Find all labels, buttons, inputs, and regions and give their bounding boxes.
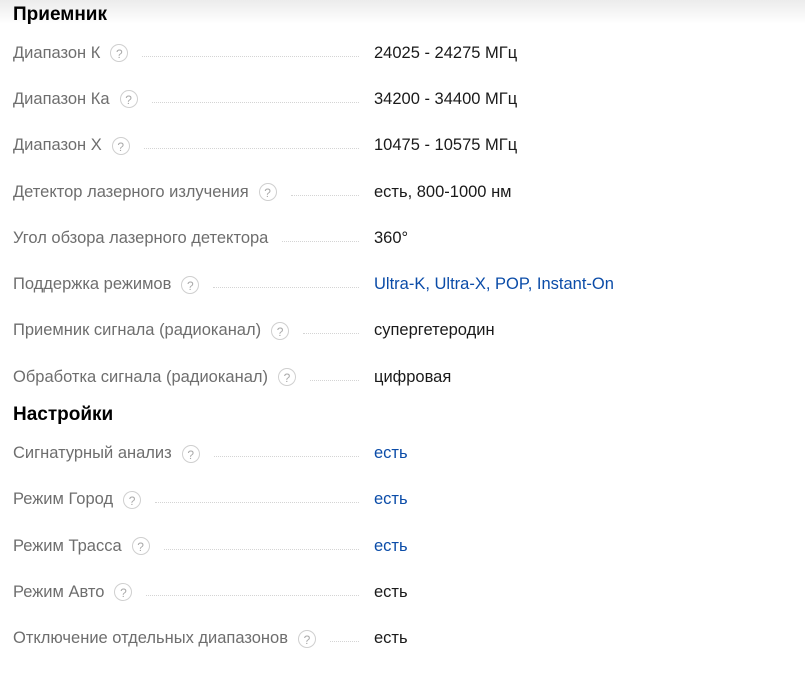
question-circle-icon[interactable]: ? bbox=[131, 537, 150, 556]
spec-row-city-mode: Режим Город? есть bbox=[13, 477, 805, 523]
spec-row-auto-mode: Режим Авто? есть bbox=[13, 569, 805, 615]
dotted-leader bbox=[310, 379, 359, 381]
question-circle-icon[interactable]: ? bbox=[114, 583, 133, 602]
spec-value: супергетеродин bbox=[374, 321, 495, 340]
spec-row-signal-receiver: Приемник сигнала (радиоканал)? супергете… bbox=[13, 308, 805, 354]
spec-row-highway-mode: Режим Трасса? есть bbox=[13, 523, 805, 569]
spec-label: Режим Авто bbox=[13, 582, 105, 601]
dotted-leader bbox=[143, 148, 359, 150]
dotted-leader bbox=[213, 287, 359, 289]
dotted-leader bbox=[303, 333, 359, 335]
spec-row-signature-analysis: Сигнатурный анализ? есть bbox=[13, 430, 805, 476]
spec-row-laser-detector: Детектор лазерного излучения? есть, 800-… bbox=[13, 169, 805, 215]
spec-label: Детектор лазерного излучения bbox=[13, 182, 249, 201]
spec-value: 34200 - 34400 МГц bbox=[374, 89, 518, 108]
question-circle-icon[interactable]: ? bbox=[111, 136, 130, 155]
dotted-leader bbox=[213, 456, 359, 458]
spec-label: Поддержка режимов bbox=[13, 275, 172, 294]
spec-row-modes: Поддержка режимов? Ultra-K, Ultra-X, POP… bbox=[13, 261, 805, 307]
spec-value: 360° bbox=[374, 228, 409, 247]
spec-label: Диапазон Х bbox=[13, 136, 102, 155]
spec-label: Обработка сигнала (радиоканал) bbox=[13, 367, 269, 386]
spec-row-band-disable: Отключение отдельных диапазонов? есть bbox=[13, 616, 805, 662]
dotted-leader bbox=[151, 101, 359, 103]
spec-label: Режим Город bbox=[13, 490, 114, 509]
dotted-leader bbox=[155, 502, 359, 504]
dotted-leader bbox=[146, 594, 359, 596]
spec-value: есть bbox=[374, 629, 408, 648]
dotted-leader bbox=[329, 641, 359, 643]
section-title-receiver: Приемник bbox=[13, 4, 107, 25]
spec-value-link[interactable]: Ultra-K, Ultra-X, POP, Instant-On bbox=[374, 275, 614, 294]
spec-row-band-k: Диапазон К? 24025 - 24275 МГц bbox=[13, 30, 805, 76]
dotted-leader bbox=[163, 548, 359, 550]
receiver-specs-list: Диапазон К? 24025 - 24275 МГц Диапазон К… bbox=[13, 30, 805, 400]
spec-label: Угол обзора лазерного детектора bbox=[13, 228, 269, 247]
spec-row-laser-angle: Угол обзора лазерного детектора 360° bbox=[13, 215, 805, 261]
specs-page: Приемник Диапазон К? 24025 - 24275 МГц Д… bbox=[0, 0, 805, 662]
spec-value: есть bbox=[374, 582, 408, 601]
dotted-leader bbox=[290, 194, 359, 196]
spec-value: есть, 800-1000 нм bbox=[374, 182, 512, 201]
question-circle-icon[interactable]: ? bbox=[181, 444, 200, 463]
question-circle-icon[interactable]: ? bbox=[278, 368, 297, 387]
spec-value: 24025 - 24275 МГц bbox=[374, 43, 518, 62]
spec-value: цифровая bbox=[374, 367, 452, 386]
question-circle-icon[interactable]: ? bbox=[258, 183, 277, 202]
spec-value-link[interactable]: есть bbox=[374, 490, 408, 509]
dotted-leader bbox=[282, 240, 359, 242]
question-circle-icon[interactable]: ? bbox=[297, 629, 316, 648]
question-circle-icon[interactable]: ? bbox=[123, 490, 142, 509]
spec-value-link[interactable]: есть bbox=[374, 444, 408, 463]
question-circle-icon[interactable]: ? bbox=[181, 275, 200, 294]
question-circle-icon[interactable]: ? bbox=[119, 90, 138, 109]
spec-value: 10475 - 10575 МГц bbox=[374, 136, 518, 155]
spec-label: Режим Трасса bbox=[13, 536, 122, 555]
spec-label: Диапазон Ка bbox=[13, 89, 110, 108]
spec-label: Приемник сигнала (радиоканал) bbox=[13, 321, 262, 340]
spec-row-band-x: Диапазон Х? 10475 - 10575 МГц bbox=[13, 123, 805, 169]
section-title-settings: Настройки bbox=[13, 404, 114, 426]
spec-label: Диапазон К bbox=[13, 43, 101, 62]
spec-value-link[interactable]: есть bbox=[374, 537, 408, 556]
spec-label: Отключение отдельных диапазонов bbox=[13, 629, 288, 648]
question-circle-icon[interactable]: ? bbox=[271, 321, 290, 340]
spec-row-signal-processing: Обработка сигнала (радиоканал)? цифровая bbox=[13, 354, 805, 400]
question-circle-icon[interactable]: ? bbox=[110, 44, 129, 63]
settings-specs-list: Сигнатурный анализ? есть Режим Город? ес… bbox=[13, 430, 805, 661]
spec-label: Сигнатурный анализ bbox=[13, 444, 172, 463]
dotted-leader bbox=[142, 55, 359, 57]
spec-row-band-ka: Диапазон Ка? 34200 - 34400 МГц bbox=[13, 76, 805, 122]
